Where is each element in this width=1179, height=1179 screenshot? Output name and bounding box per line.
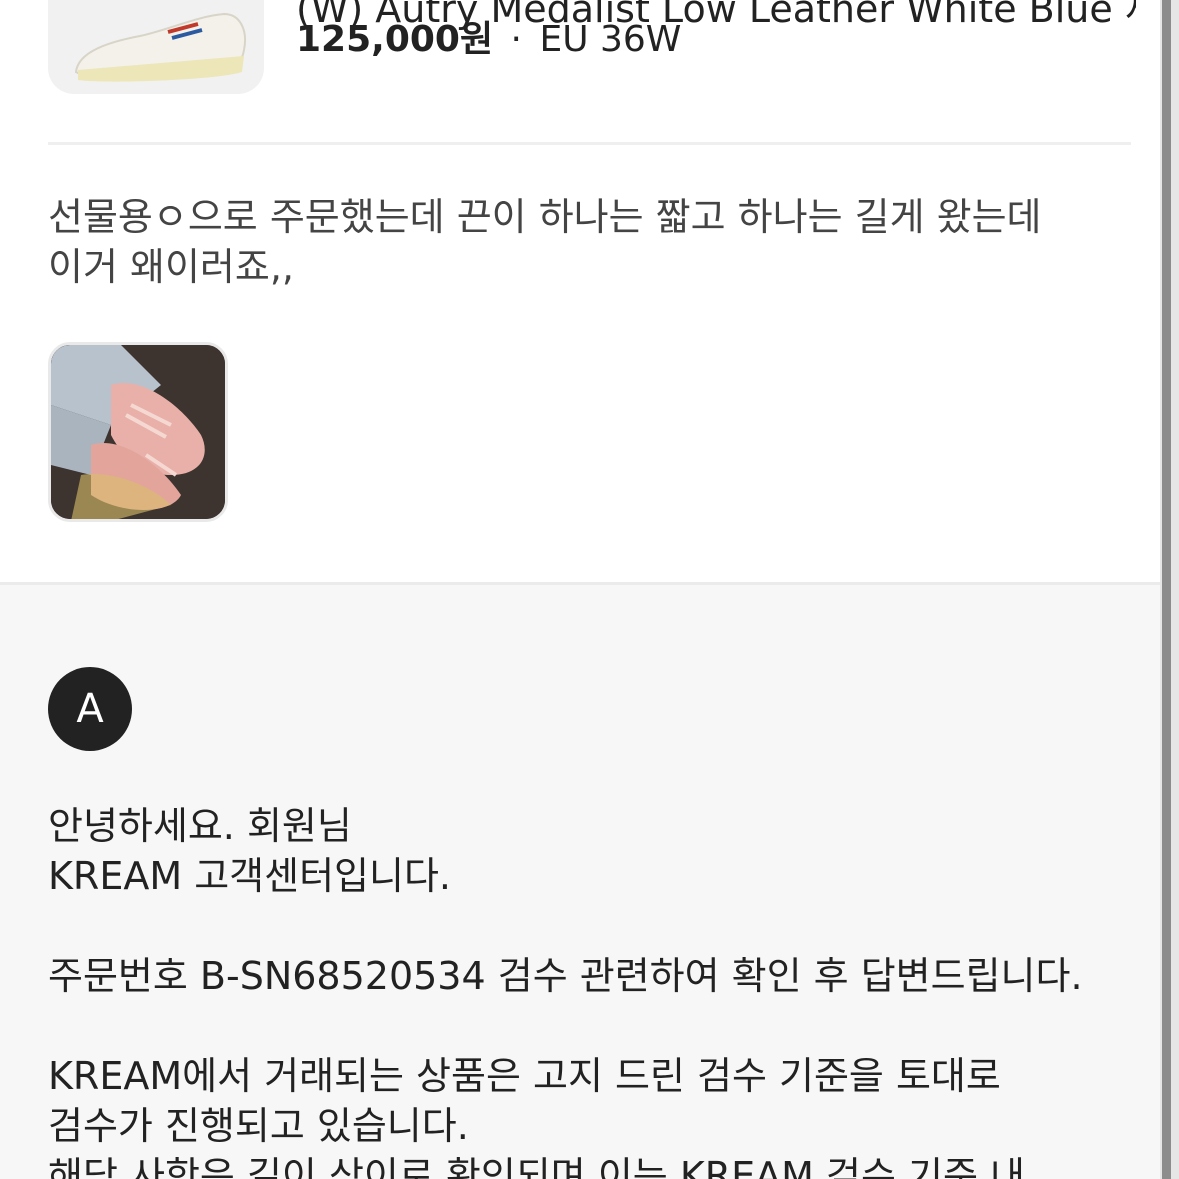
product-price: 125,000원 [296,19,494,60]
inquiry-text: 선물용ㅇ으로 주문했는데 끈이 하나는 짧고 하나는 길게 왔는데 이거 왜이러… [48,195,1042,289]
product-thumbnail[interactable] [48,0,264,94]
attachment-photo[interactable] [48,342,228,522]
scrollbar-thumb[interactable] [1162,0,1171,1179]
product-section: (W) Autry Medalist Low Leather White Blu… [0,0,1160,582]
product-meta: 125,000원 · EU 36W [296,18,681,62]
answer-avatar: A [48,667,132,751]
answer-section: A 안녕하세요. 회원님 KREAM 고객센터입니다. 주문번호 B-SN685… [0,582,1160,1179]
sneaker-icon [74,12,246,82]
answer-text: 안녕하세요. 회원님 KREAM 고객센터입니다. 주문번호 B-SN68520… [48,804,1083,1179]
inquiry-detail-page: (W) Autry Medalist Low Leather White Blu… [0,0,1179,1179]
meta-separator: · [510,19,522,60]
product-size: EU 36W [539,19,682,60]
section-divider [48,142,1131,145]
photo-thumbnail-icon [51,345,225,519]
